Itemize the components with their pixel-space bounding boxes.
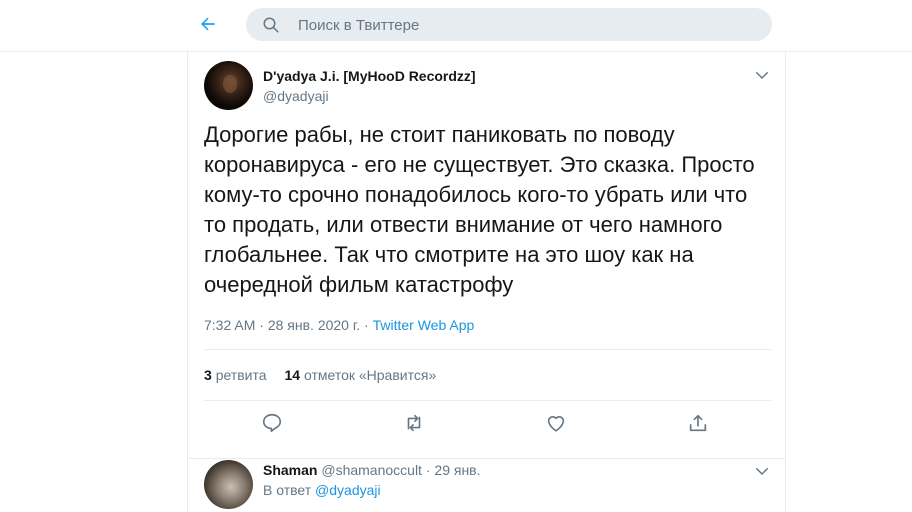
reply-author-name[interactable]: Shaman xyxy=(263,462,317,478)
like-button[interactable] xyxy=(545,412,571,438)
share-icon xyxy=(689,414,707,432)
chevron-down-icon[interactable] xyxy=(753,462,771,480)
reply-icon xyxy=(262,413,282,433)
likes-stat[interactable]: 14 отметок «Нравится» xyxy=(285,367,437,383)
tweet-column: D'yadya J.i. [MyHooD Recordzz] @dyadyaji… xyxy=(187,52,786,512)
reply-prefix: В ответ xyxy=(263,482,312,498)
search-icon xyxy=(263,17,279,33)
reply-separator: · xyxy=(425,462,431,478)
back-button[interactable] xyxy=(196,12,220,36)
search-input[interactable] xyxy=(296,8,760,43)
likes-count: 14 xyxy=(284,367,301,383)
reply-to-link[interactable]: @dyadyaji xyxy=(315,482,381,498)
likes-label: отметок «Нравится» xyxy=(303,367,437,383)
divider xyxy=(204,400,771,401)
avatar[interactable] xyxy=(204,61,253,110)
back-arrow-icon xyxy=(201,17,215,31)
divider xyxy=(204,349,771,350)
tweet-time[interactable]: 7:32 AM xyxy=(204,317,255,333)
tweet-stats: 3 ретвита 14 отметок «Нравится» xyxy=(204,367,436,383)
retweets-count: 3 xyxy=(204,367,212,383)
retweets-label: ретвита xyxy=(215,367,267,383)
retweet-icon xyxy=(407,414,421,432)
tweet-meta: 7:32 AM · 28 янв. 2020 г. · Twitter Web … xyxy=(204,317,474,333)
meta-separator: · xyxy=(364,317,369,333)
meta-separator: · xyxy=(259,317,264,333)
tweet-date[interactable]: 28 янв. 2020 г. xyxy=(268,317,360,333)
reply-author-handle[interactable]: @shamanoccult xyxy=(321,462,422,478)
avatar[interactable] xyxy=(204,460,253,509)
reply-date[interactable]: 29 янв. xyxy=(434,462,480,478)
retweet-button[interactable] xyxy=(403,412,429,438)
like-icon xyxy=(547,416,565,432)
section-separator xyxy=(188,448,785,459)
tweet-source[interactable]: Twitter Web App xyxy=(373,317,475,333)
reply-header: Shaman @shamanoccult · 29 янв. xyxy=(263,462,481,478)
top-bar xyxy=(0,0,912,52)
reply-context: В ответ @dyadyaji xyxy=(263,482,381,498)
reply-button[interactable] xyxy=(261,412,287,438)
share-button[interactable] xyxy=(687,412,713,438)
tweet-text: Дорогие рабы, не стоит паниковать по пов… xyxy=(204,122,755,297)
chevron-down-icon[interactable] xyxy=(753,66,771,84)
search-box[interactable] xyxy=(246,8,772,43)
tweet-actions xyxy=(204,412,771,438)
retweets-stat[interactable]: 3 ретвита xyxy=(204,367,267,383)
author-name[interactable]: D'yadya J.i. [MyHooD Recordzz] xyxy=(263,68,476,84)
author-handle[interactable]: @dyadyaji xyxy=(263,88,329,104)
